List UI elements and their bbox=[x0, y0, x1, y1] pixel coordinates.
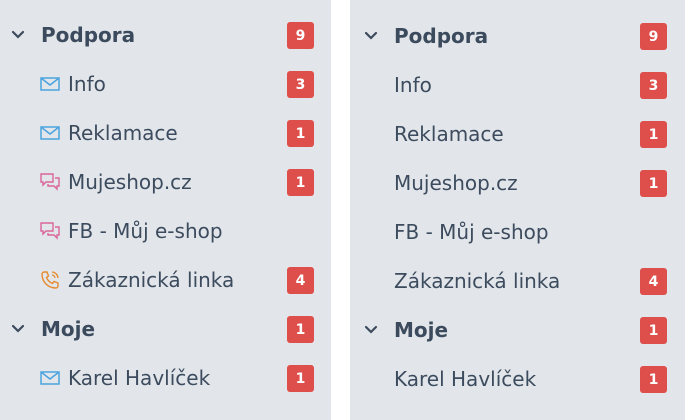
sidebar-item-label: Info bbox=[394, 73, 432, 97]
group-podpora[interactable]: Podpora 9 bbox=[350, 20, 685, 52]
chevron-down-icon[interactable] bbox=[363, 28, 379, 44]
group-label: Moje bbox=[394, 318, 449, 342]
phone-icon bbox=[40, 270, 60, 290]
unread-count-badge: 1 bbox=[640, 121, 667, 148]
sidebar-item-reklamace[interactable]: Reklamace 1 bbox=[350, 118, 685, 150]
envelope-icon bbox=[40, 368, 60, 388]
sidebar-item-karel-havlicek[interactable]: Karel Havlíček 1 bbox=[0, 362, 331, 394]
unread-count-badge: 1 bbox=[640, 366, 667, 393]
chat-icon bbox=[40, 172, 60, 192]
group-podpora[interactable]: Podpora 9 bbox=[0, 19, 331, 51]
unread-count-badge: 3 bbox=[640, 72, 667, 99]
sidebar-item-label: Zákaznická linka bbox=[394, 269, 561, 293]
sidebar-item-fb-muj-eshop[interactable]: FB - Můj e-shop bbox=[350, 216, 685, 248]
chevron-down-icon[interactable] bbox=[363, 322, 379, 338]
group-label: Moje bbox=[41, 317, 96, 341]
envelope-icon bbox=[40, 123, 60, 143]
sidebar-item-fb-muj-eshop[interactable]: FB - Můj e-shop bbox=[0, 215, 331, 247]
unread-count-badge: 1 bbox=[640, 317, 667, 344]
unread-count-badge: 3 bbox=[287, 71, 314, 98]
group-label: Podpora bbox=[41, 23, 136, 47]
sidebar-item-zakaznicka-linka[interactable]: Zákaznická linka 4 bbox=[350, 265, 685, 297]
chevron-down-icon[interactable] bbox=[10, 321, 26, 337]
unread-count-badge: 4 bbox=[640, 268, 667, 295]
unread-count-badge: 4 bbox=[287, 267, 314, 294]
chat-icon bbox=[40, 221, 60, 241]
unread-count-badge: 9 bbox=[287, 22, 314, 49]
unread-count-badge: 9 bbox=[640, 23, 667, 50]
unread-count-badge: 1 bbox=[640, 170, 667, 197]
sidebar-item-info[interactable]: Info 3 bbox=[350, 69, 685, 101]
sidebar-left: Podpora 9 Info 3 Reklamace 1 Mujeshop.cz… bbox=[0, 0, 331, 420]
group-moje[interactable]: Moje 1 bbox=[350, 314, 685, 346]
sidebar-item-reklamace[interactable]: Reklamace 1 bbox=[0, 117, 331, 149]
sidebar-item-label: FB - Můj e-shop bbox=[68, 219, 223, 243]
sidebar-item-mujeshop[interactable]: Mujeshop.cz 1 bbox=[350, 167, 685, 199]
sidebar-item-label: FB - Můj e-shop bbox=[394, 220, 549, 244]
unread-count-badge: 1 bbox=[287, 365, 314, 392]
group-label: Podpora bbox=[394, 24, 489, 48]
sidebar-right: Podpora 9 Info 3 Reklamace 1 Mujeshop.cz… bbox=[350, 0, 685, 420]
sidebar-item-zakaznicka-linka[interactable]: Zákaznická linka 4 bbox=[0, 264, 331, 296]
sidebar-item-label: Mujeshop.cz bbox=[68, 170, 192, 194]
sidebar-item-mujeshop[interactable]: Mujeshop.cz 1 bbox=[0, 166, 331, 198]
envelope-icon bbox=[40, 74, 60, 94]
unread-count-badge: 1 bbox=[287, 169, 314, 196]
sidebar-item-label: Zákaznická linka bbox=[68, 268, 235, 292]
sidebar-item-label: Reklamace bbox=[394, 122, 504, 146]
chevron-down-icon[interactable] bbox=[10, 27, 26, 43]
group-moje[interactable]: Moje 1 bbox=[0, 313, 331, 345]
sidebar-item-label: Info bbox=[68, 72, 106, 96]
sidebar-item-label: Karel Havlíček bbox=[394, 367, 537, 391]
sidebar-item-karel-havlicek[interactable]: Karel Havlíček 1 bbox=[350, 363, 685, 395]
sidebar-item-info[interactable]: Info 3 bbox=[0, 68, 331, 100]
sidebar-item-label: Mujeshop.cz bbox=[394, 171, 518, 195]
unread-count-badge: 1 bbox=[287, 316, 314, 343]
unread-count-badge: 1 bbox=[287, 120, 314, 147]
sidebar-item-label: Karel Havlíček bbox=[68, 366, 211, 390]
sidebar-item-label: Reklamace bbox=[68, 121, 178, 145]
